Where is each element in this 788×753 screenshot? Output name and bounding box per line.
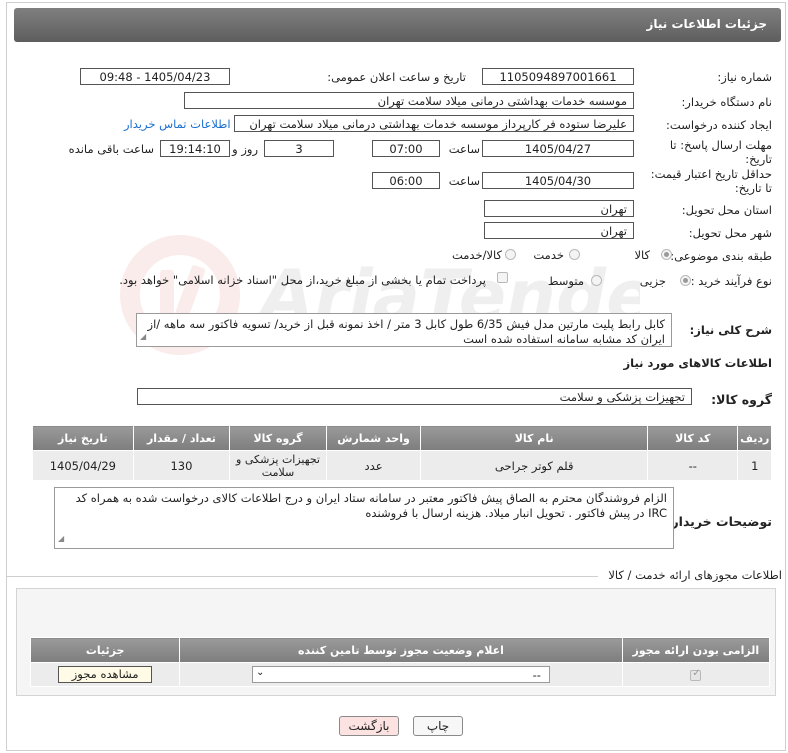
cell-date: 1405/04/29 bbox=[32, 450, 134, 481]
cell-license-details: مشاهده مجوز bbox=[29, 662, 181, 687]
back-button[interactable]: بازگشت bbox=[339, 716, 399, 736]
goods-group-field: تجهیزات پزشکی و سلامت bbox=[137, 388, 692, 405]
province-label: استان محل تحویل: bbox=[681, 203, 772, 217]
need-number-label: شماره نیاز: bbox=[717, 70, 772, 84]
city-label: شهر محل تحویل: bbox=[688, 226, 772, 240]
chevron-down-icon: ⌄ bbox=[255, 667, 265, 678]
cell-group: تجهیزات پزشکی و سلامت bbox=[229, 450, 327, 481]
resize-grip-icon[interactable]: ◢ bbox=[58, 531, 64, 546]
price-validity-label-1: حداقل تاریخ اعتبار قیمت: bbox=[650, 167, 772, 181]
cell-code: -- bbox=[646, 450, 739, 481]
days-field: 3 bbox=[264, 140, 334, 157]
remaining-time-field: 19:14:10 bbox=[160, 140, 230, 157]
process-type-label: نوع فرآیند خرید : bbox=[690, 274, 772, 288]
reply-time-field: 07:00 bbox=[372, 140, 440, 157]
licenses-table: الزامی بودن ارائه مجوز اعلام وضعیت مجوز … bbox=[29, 637, 771, 687]
col-row: ردیف bbox=[737, 425, 772, 451]
goods-group-label: گروه کالا: bbox=[711, 392, 772, 407]
announce-datetime-field: 1405/04/23 - 09:48 bbox=[80, 68, 230, 85]
description-text: کابل رابط پلیت مارتین مدل فیش 6/35 طول ک… bbox=[147, 317, 665, 346]
checkmark-icon: ✓ bbox=[692, 667, 701, 679]
buyer-org-field: موسسه خدمات بهداشتی درمانی میلاد سلامت ت… bbox=[184, 92, 634, 109]
col-qty: تعداد / مقدار bbox=[132, 425, 231, 451]
buyer-notes-label: توضیحات خریدار: bbox=[666, 514, 772, 529]
section-divider bbox=[6, 576, 598, 577]
col-name: نام کالا bbox=[420, 425, 648, 451]
treasury-payment-note: پرداخت تمام یا بخشی از مبلغ خرید،از محل … bbox=[119, 273, 486, 287]
resize-grip-icon[interactable]: ◢ bbox=[140, 329, 146, 344]
licenses-table-header: الزامی بودن ارائه مجوز اعلام وضعیت مجوز … bbox=[29, 637, 771, 663]
buyer-notes-textarea[interactable]: الزام فروشندگان محترم به الصاق پیش فاکتو… bbox=[54, 487, 674, 549]
requester-field: علیرضا ستوده فر کارپرداز موسسه خدمات بهد… bbox=[234, 115, 634, 132]
header-bar: جزئیات اطلاعات نیاز bbox=[14, 8, 781, 42]
goods-table-header: ردیف کد کالا نام کالا واحد شمارش گروه کا… bbox=[32, 425, 772, 451]
process-minor-radio[interactable] bbox=[680, 275, 691, 286]
col-unit: واحد شمارش bbox=[325, 425, 422, 451]
days-label: روز و bbox=[232, 142, 258, 156]
buyer-org-label: نام دستگاه خریدار: bbox=[681, 95, 772, 109]
page-title: جزئیات اطلاعات نیاز bbox=[646, 17, 767, 31]
reply-date-field: 1405/04/27 bbox=[482, 140, 634, 157]
category-service-radio[interactable] bbox=[569, 249, 580, 260]
table-row: 1 -- قلم کوتر جراحی عدد تجهیزات پزشکی و … bbox=[32, 450, 772, 481]
category-goods-label: کالا bbox=[634, 248, 650, 262]
category-goods-service-radio[interactable] bbox=[505, 249, 516, 260]
announce-datetime-label: تاریخ و ساعت اعلان عمومی: bbox=[327, 70, 466, 84]
license-required-checkbox: ✓ bbox=[690, 667, 702, 681]
license-status-select[interactable]: -- ⌄ bbox=[251, 666, 550, 683]
process-medium-label: متوسط bbox=[547, 274, 584, 288]
category-service-label: خدمت bbox=[533, 248, 564, 262]
print-button[interactable]: چاپ bbox=[413, 716, 463, 736]
buyer-notes-text: الزام فروشندگان محترم به الصاق پیش فاکتو… bbox=[75, 491, 667, 520]
requester-label: ایجاد کننده درخواست: bbox=[666, 118, 772, 132]
price-validity-date-field: 1405/04/30 bbox=[482, 172, 634, 189]
remaining-label: ساعت باقی مانده bbox=[68, 142, 154, 156]
process-minor-label: جزیی bbox=[639, 274, 666, 288]
col-license-status: اعلام وضعیت مجوز توسط تامین کننده bbox=[179, 637, 623, 663]
col-license-required: الزامی بودن ارائه مجوز bbox=[621, 637, 771, 663]
licenses-section-title: اطلاعات مجوزهای ارائه خدمت / کالا bbox=[608, 568, 782, 582]
process-medium-radio[interactable] bbox=[591, 275, 602, 286]
province-field: تهران bbox=[484, 200, 634, 217]
license-status-value: -- bbox=[532, 668, 541, 682]
cell-name: قلم کوتر جراحی bbox=[420, 450, 648, 481]
reply-time-label: ساعت bbox=[448, 142, 480, 156]
cell-row: 1 bbox=[737, 450, 772, 481]
col-license-details: جزئیات bbox=[29, 637, 181, 663]
category-label: طبقه بندی موضوعی: bbox=[670, 249, 772, 263]
goods-table: ردیف کد کالا نام کالا واحد شمارش گروه کا… bbox=[32, 425, 772, 481]
cell-unit: عدد bbox=[325, 450, 422, 481]
table-row: ✓ -- ⌄ مشاهده مجوز bbox=[29, 662, 771, 687]
price-validity-time-label: ساعت bbox=[448, 174, 480, 188]
cell-license-status: -- ⌄ bbox=[179, 662, 623, 687]
price-validity-label-2: تا تاریخ: bbox=[734, 181, 772, 195]
goods-section-title: اطلاعات کالاهای مورد نیاز bbox=[623, 356, 772, 370]
description-textarea[interactable]: کابل رابط پلیت مارتین مدل فیش 6/35 طول ک… bbox=[136, 313, 672, 347]
reply-deadline-label-1: مهلت ارسال پاسخ: تا bbox=[669, 138, 772, 152]
price-validity-time-field: 06:00 bbox=[372, 172, 440, 189]
city-field: تهران bbox=[484, 222, 634, 239]
description-label: شرح کلی نیاز: bbox=[689, 323, 772, 337]
buyer-contact-link[interactable]: اطلاعات تماس خریدار bbox=[124, 117, 231, 131]
category-goods-radio[interactable] bbox=[661, 249, 672, 260]
view-license-button[interactable]: مشاهده مجوز bbox=[58, 666, 153, 683]
treasury-payment-checkbox[interactable] bbox=[497, 272, 508, 283]
col-date: تاریخ نیاز bbox=[32, 425, 134, 451]
col-code: کد کالا bbox=[646, 425, 739, 451]
cell-qty: 130 bbox=[132, 450, 231, 481]
cell-license-required: ✓ bbox=[621, 662, 771, 687]
reply-deadline-label-2: تاریخ: bbox=[745, 152, 772, 166]
category-goods-service-label: کالا/خدمت bbox=[451, 248, 502, 262]
col-group: گروه کالا bbox=[229, 425, 327, 451]
need-number-field: 1105094897001661 bbox=[482, 68, 634, 85]
